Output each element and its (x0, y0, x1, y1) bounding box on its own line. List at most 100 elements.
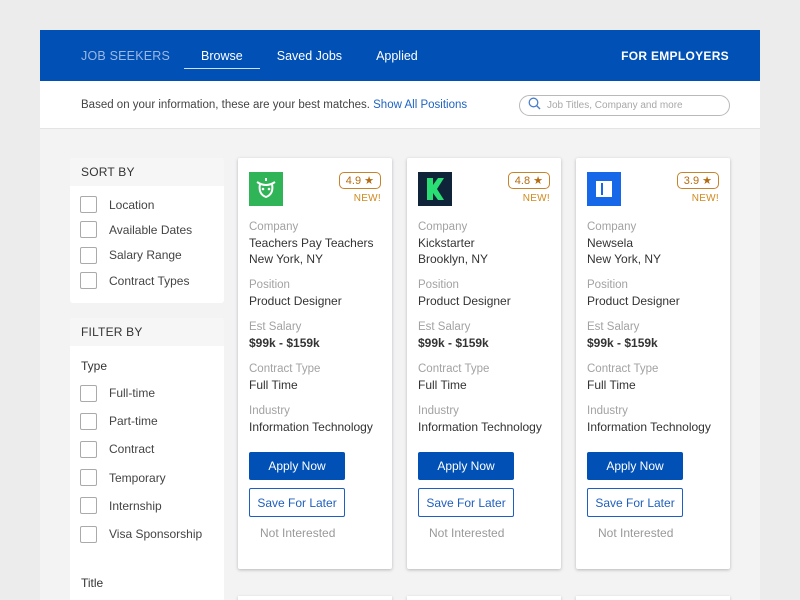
rating-badge: 4.8 ★ (507, 172, 550, 189)
save-for-later-button[interactable]: Save For Later (249, 488, 345, 517)
for-employers-link[interactable]: FOR EMPLOYERS (621, 49, 729, 63)
job-card: 3.9 ★ NEW! Company Newsela New York, NY … (576, 158, 730, 569)
rating-badge: 4.9 ★ (338, 172, 381, 189)
apply-now-button[interactable]: Apply Now (418, 452, 514, 480)
filter-type-label: Type (81, 359, 108, 373)
not-interested-link[interactable]: Not Interested (418, 526, 561, 540)
save-for-later-button[interactable]: Save For Later (587, 488, 683, 517)
filter-heading: FILTER BY (70, 318, 224, 346)
option-label: Contract Types (109, 273, 190, 288)
industry-label: Industry (418, 405, 459, 417)
filter-panel-wrap: FILTER BY Type Full-time Part-time Contr… (70, 318, 224, 600)
checkbox[interactable] (80, 525, 97, 543)
new-badge: NEW! (353, 193, 381, 204)
checkbox[interactable] (80, 221, 97, 239)
option-label: Temporary (109, 470, 166, 485)
next-job-card-partial (238, 596, 392, 600)
position-label: Position (587, 279, 628, 291)
apply-now-button[interactable]: Apply Now (587, 452, 683, 480)
position-label: Position (249, 279, 290, 291)
company-label: Company (418, 221, 468, 233)
nav-link-browse[interactable]: Browse (184, 30, 260, 81)
new-badge: NEW! (522, 193, 550, 204)
option-label: Internship (109, 498, 162, 513)
option-label: Salary Range (109, 248, 182, 263)
search-box[interactable] (519, 95, 730, 116)
option-label: Available Dates (109, 222, 193, 237)
match-message: Based on your information, these are you… (81, 99, 467, 111)
salary-label: Est Salary (418, 321, 471, 333)
save-for-later-button[interactable]: Save For Later (418, 488, 514, 517)
salary-label: Est Salary (587, 321, 640, 333)
contract-value: Full Time (587, 378, 636, 392)
filter-visa-sponsorship[interactable]: Visa Sponsorship (70, 520, 224, 548)
job-card: 4.8 ★ NEW! Company Kickstarter Brooklyn,… (407, 158, 561, 569)
newsela-book-icon (587, 172, 621, 206)
sort-panel-wrap: SORT BY Location Available Dates Salary … (70, 158, 224, 303)
search-icon (528, 97, 541, 115)
option-label: Location (109, 197, 155, 212)
option-label: Visa Sponsorship (109, 527, 203, 542)
sort-heading: SORT BY (70, 158, 224, 186)
company-name: Teachers Pay Teachers (249, 236, 374, 250)
industry-value: Information Technology (418, 420, 542, 434)
sort-option-salary-range[interactable]: Salary Range (70, 243, 224, 268)
info-bar: Based on your information, these are you… (40, 81, 760, 129)
checkbox[interactable] (80, 412, 97, 430)
company-label: Company (587, 221, 637, 233)
option-label: Contract (109, 442, 155, 457)
company-name: Kickstarter (418, 236, 475, 250)
filter-internship[interactable]: Internship (70, 492, 224, 520)
checkbox[interactable] (80, 384, 97, 402)
checkbox[interactable] (80, 469, 97, 487)
kickstarter-k-icon (418, 172, 452, 206)
contract-label: Contract Type (249, 363, 321, 375)
contract-label: Contract Type (587, 363, 659, 375)
contract-value: Full Time (418, 378, 467, 392)
checkbox[interactable] (80, 440, 97, 458)
checkbox[interactable] (80, 196, 97, 214)
salary-label: Est Salary (249, 321, 302, 333)
sort-panel: SORT BY Location Available Dates Salary … (70, 158, 224, 303)
sort-option-contract-types[interactable]: Contract Types (70, 268, 224, 293)
nav-link-applied[interactable]: Applied (359, 30, 435, 81)
sort-option-location[interactable]: Location (70, 192, 224, 217)
checkbox[interactable] (80, 246, 97, 264)
apply-now-button[interactable]: Apply Now (249, 452, 345, 480)
contract-label: Contract Type (418, 363, 490, 375)
company-location: New York, NY (587, 252, 662, 266)
top-navigation: JOB SEEKERS Browse Saved Jobs Applied FO… (40, 30, 760, 81)
next-job-card-partial (407, 596, 561, 600)
filter-panel: FILTER BY Type Full-time Part-time Contr… (70, 318, 224, 600)
match-message-text: Based on your information, these are you… (81, 98, 370, 111)
salary-value: $99k - $159k (587, 336, 658, 350)
position-label: Position (418, 279, 459, 291)
next-job-card-partial (576, 596, 730, 600)
company-location: Brooklyn, NY (418, 252, 489, 266)
company-location: New York, NY (249, 252, 324, 266)
filter-part-time[interactable]: Part-time (70, 407, 224, 435)
job-board-window: JOB SEEKERS Browse Saved Jobs Applied FO… (40, 30, 760, 600)
position-value: Product Designer (418, 294, 511, 308)
salary-value: $99k - $159k (249, 336, 320, 350)
filter-contract[interactable]: Contract (70, 435, 224, 463)
industry-label: Industry (587, 405, 628, 417)
not-interested-link[interactable]: Not Interested (249, 526, 392, 540)
nav-link-saved-jobs[interactable]: Saved Jobs (260, 30, 359, 81)
checkbox[interactable] (80, 497, 97, 515)
job-card: 4.9 ★ NEW! Company Teachers Pay Teachers… (238, 158, 392, 569)
option-label: Part-time (109, 414, 158, 429)
filter-full-time[interactable]: Full-time (70, 379, 224, 407)
option-label: Full-time (109, 386, 156, 401)
sort-option-available-dates[interactable]: Available Dates (70, 217, 224, 242)
checkbox[interactable] (80, 272, 97, 290)
industry-value: Information Technology (587, 420, 711, 434)
not-interested-link[interactable]: Not Interested (587, 526, 730, 540)
show-all-positions-link[interactable]: Show All Positions (373, 99, 467, 111)
filter-title-label: Title (81, 576, 104, 591)
filter-temporary[interactable]: Temporary (70, 464, 224, 492)
nav-brand[interactable]: JOB SEEKERS (81, 49, 170, 63)
contract-value: Full Time (249, 378, 298, 392)
industry-label: Industry (249, 405, 290, 417)
search-input[interactable] (547, 100, 717, 111)
